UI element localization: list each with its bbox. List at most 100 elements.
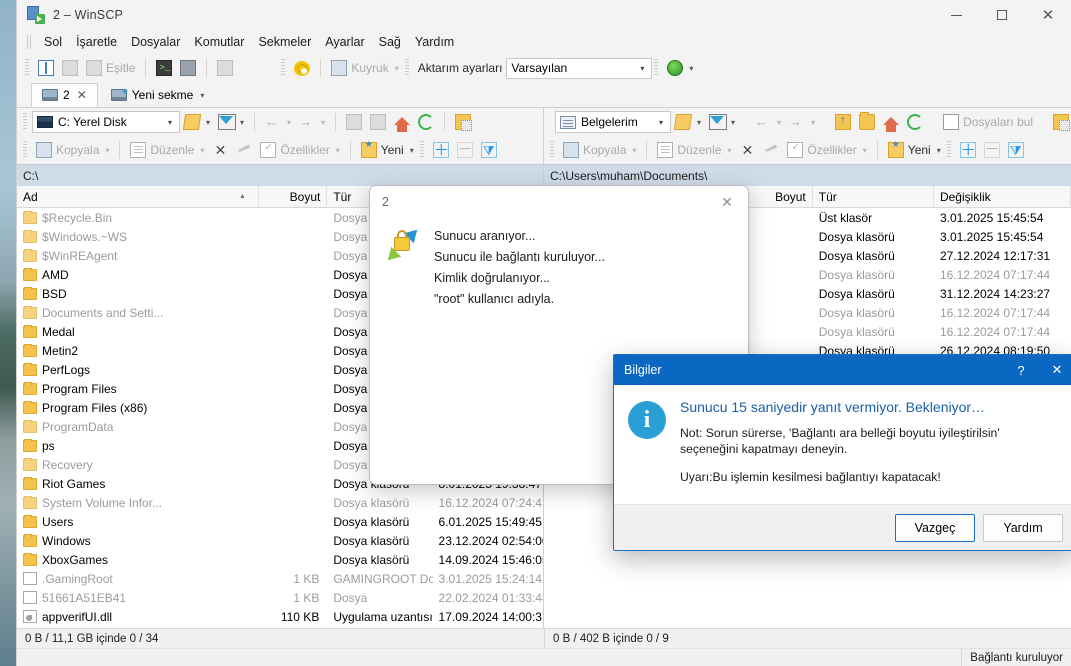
local-file-name-cell: Metin2: [17, 343, 259, 358]
tab-close-icon[interactable]: ✕: [77, 88, 87, 102]
refresh-panes-button[interactable]: [213, 57, 237, 79]
remote-location-combo[interactable]: Belgelerim ▾: [555, 111, 671, 133]
menu-yardim[interactable]: Yardım: [408, 33, 461, 51]
preferences-button[interactable]: [290, 57, 314, 79]
local-copy-button[interactable]: Kopyala ▾: [32, 139, 113, 161]
minimize-button[interactable]: [933, 0, 979, 30]
menu-komutlar[interactable]: Komutlar: [187, 33, 251, 51]
table-row[interactable]: DumpStack.log8 KBMetin Belgesi: [17, 626, 543, 628]
remote-location-label: Belgelerim: [581, 115, 638, 129]
remote-select-button[interactable]: ＋: [956, 139, 980, 161]
local-filter-button[interactable]: ▾: [214, 111, 248, 133]
menu-sekmeler[interactable]: Sekmeler: [251, 33, 318, 51]
local-rename-button[interactable]: [232, 139, 256, 161]
drive-chevron-down-icon: ▾: [167, 117, 172, 127]
local-path-bar[interactable]: C:\: [17, 164, 543, 186]
remote-properties-button[interactable]: Özellikler ▾: [783, 139, 870, 161]
new-tab-caret-icon[interactable]: ▾: [200, 91, 204, 100]
menu-dosyalar[interactable]: Dosyalar: [124, 33, 187, 51]
local-drive-combo[interactable]: C: Yerel Disk ▾: [32, 111, 180, 133]
split-view-button[interactable]: [34, 57, 58, 79]
synchronize-label: Eşitle: [106, 61, 136, 75]
remote-home-directory-button[interactable]: [879, 111, 903, 133]
remote-refresh-button[interactable]: [903, 111, 927, 133]
local-properties-button[interactable]: Özellikler ▾: [256, 139, 343, 161]
local-home-directory-button[interactable]: [390, 111, 414, 133]
remote-forward-button[interactable]: → ▾: [785, 111, 819, 133]
local-file-date-cell: 16.12.2024 07:24:43: [438, 495, 543, 510]
remote-back-button[interactable]: ← ▾: [751, 111, 785, 133]
menu-isaretle[interactable]: İşaretle: [69, 33, 124, 51]
local-sync-browse-button[interactable]: [451, 111, 475, 133]
local-back-button[interactable]: ← ▾: [261, 111, 295, 133]
session-options-button[interactable]: ▾: [663, 57, 697, 79]
remote-root-directory-button[interactable]: [855, 111, 879, 133]
remote-parent-directory-button[interactable]: [831, 111, 855, 133]
help-button[interactable]: Yardım: [983, 513, 1063, 542]
info-dialog-close-icon[interactable]: ✕: [1039, 355, 1071, 385]
local-forward-button[interactable]: → ▾: [295, 111, 329, 133]
local-file-sep-1: [119, 141, 121, 159]
progress-dialog-close-icon[interactable]: ✕: [710, 188, 744, 216]
local-file-name-text: AMD: [42, 267, 69, 282]
local-file-name-cell: System Volume Infor...: [17, 495, 259, 510]
remote-selection-filter-button[interactable]: ⧩: [1004, 139, 1028, 161]
local-unselect-button[interactable]: －: [453, 139, 477, 161]
remote-sync-browse-button[interactable]: [1049, 111, 1071, 133]
remote-new-button[interactable]: Yeni ▾: [884, 139, 945, 161]
terminal-button[interactable]: >_: [152, 57, 176, 79]
remote-delete-button[interactable]: ✕: [735, 139, 759, 161]
cancel-button[interactable]: Vazgeç: [895, 513, 975, 542]
tab-session-2[interactable]: 2 ✕: [31, 83, 98, 107]
local-refresh-button[interactable]: [414, 111, 438, 133]
menu-ayarlar[interactable]: Ayarlar: [318, 33, 371, 51]
remote-find-files-button[interactable]: Dosyaları bul: [939, 111, 1037, 133]
table-row[interactable]: Users Dosya klasörü 6.01.2025 15:49:45: [17, 512, 543, 531]
remote-navigation-toolbar: Belgelerim ▾ ▾ ▾ ← ▾ → ▾ ↑ Dosyaları bul: [544, 108, 1071, 136]
remote-app-button[interactable]: [176, 57, 200, 79]
table-row[interactable]: System Volume Infor... Dosya klasörü 16.12…: [17, 493, 543, 512]
local-new-button[interactable]: Yeni ▾: [357, 139, 418, 161]
local-column-name[interactable]: Ad: [17, 186, 259, 207]
local-column-size[interactable]: Boyut: [259, 186, 328, 207]
remote-copy-button[interactable]: Kopyala ▾: [559, 139, 640, 161]
tab-new-session[interactable]: Yeni sekme ▾: [99, 83, 216, 107]
local-file-name-text: $Windows.~WS: [42, 229, 128, 244]
remote-open-directory-button[interactable]: ▾: [671, 111, 705, 133]
table-row[interactable]: .GamingRoot 1 KB GAMINGROOT Do... 3.01.2025…: [17, 569, 543, 588]
sync-browsing-button[interactable]: [58, 57, 82, 79]
refresh-icon-remote: [907, 114, 924, 130]
local-nav-sep-3: [444, 113, 446, 131]
remote-edit-button[interactable]: Düzenle ▾: [653, 139, 735, 161]
table-row[interactable]: XboxGames Dosya klasörü 14.09.2024 15:46:0…: [17, 550, 543, 569]
remote-filter-button[interactable]: ▾: [705, 111, 739, 133]
local-selection-filter-button[interactable]: ⧩: [477, 139, 501, 161]
toolbar-separator-1: [145, 59, 147, 77]
menu-sag[interactable]: Sağ: [372, 33, 408, 51]
remote-column-date[interactable]: Değişiklik: [934, 186, 1071, 207]
remote-path-text: C:\Users\muham\Documents\: [550, 168, 708, 183]
synchronize-button[interactable]: Eşitle: [82, 57, 139, 79]
remote-path-bar[interactable]: C:\Users\muham\Documents\: [544, 164, 1071, 186]
local-parent-directory-button[interactable]: [342, 111, 366, 133]
maximize-button[interactable]: [979, 0, 1025, 30]
menu-sol[interactable]: Sol: [37, 33, 69, 51]
local-open-directory-button[interactable]: ▾: [180, 111, 214, 133]
remote-column-type[interactable]: Tür: [813, 186, 934, 207]
local-delete-button[interactable]: ✕: [208, 139, 232, 161]
info-dialog-help-icon[interactable]: ?: [1003, 355, 1039, 385]
local-edit-button[interactable]: Düzenle ▾: [126, 139, 208, 161]
table-row[interactable]: Windows Dosya klasörü 23.12.2024 02:54:00: [17, 531, 543, 550]
queue-button[interactable]: Kuyruk ▾: [327, 57, 402, 79]
local-select-button[interactable]: ＋: [429, 139, 453, 161]
copy-caret-icon-remote: ▾: [632, 145, 637, 155]
table-row[interactable]: appverifUI.dll 110 KB Uygulama uzantısı 17.…: [17, 607, 543, 626]
remote-column-size[interactable]: Boyut: [744, 186, 813, 207]
remote-unselect-button[interactable]: －: [980, 139, 1004, 161]
close-button[interactable]: ✕: [1025, 0, 1071, 30]
local-root-directory-button[interactable]: [366, 111, 390, 133]
table-row[interactable]: 51661A51EB41 1 KB Dosya 22.02.2024 01:33:48: [17, 588, 543, 607]
transfer-settings-combo[interactable]: Varsayılan ▾: [506, 57, 653, 79]
remote-rename-button[interactable]: [759, 139, 783, 161]
transfer-settings-label-wrap: Aktarım ayarları: [414, 57, 507, 79]
